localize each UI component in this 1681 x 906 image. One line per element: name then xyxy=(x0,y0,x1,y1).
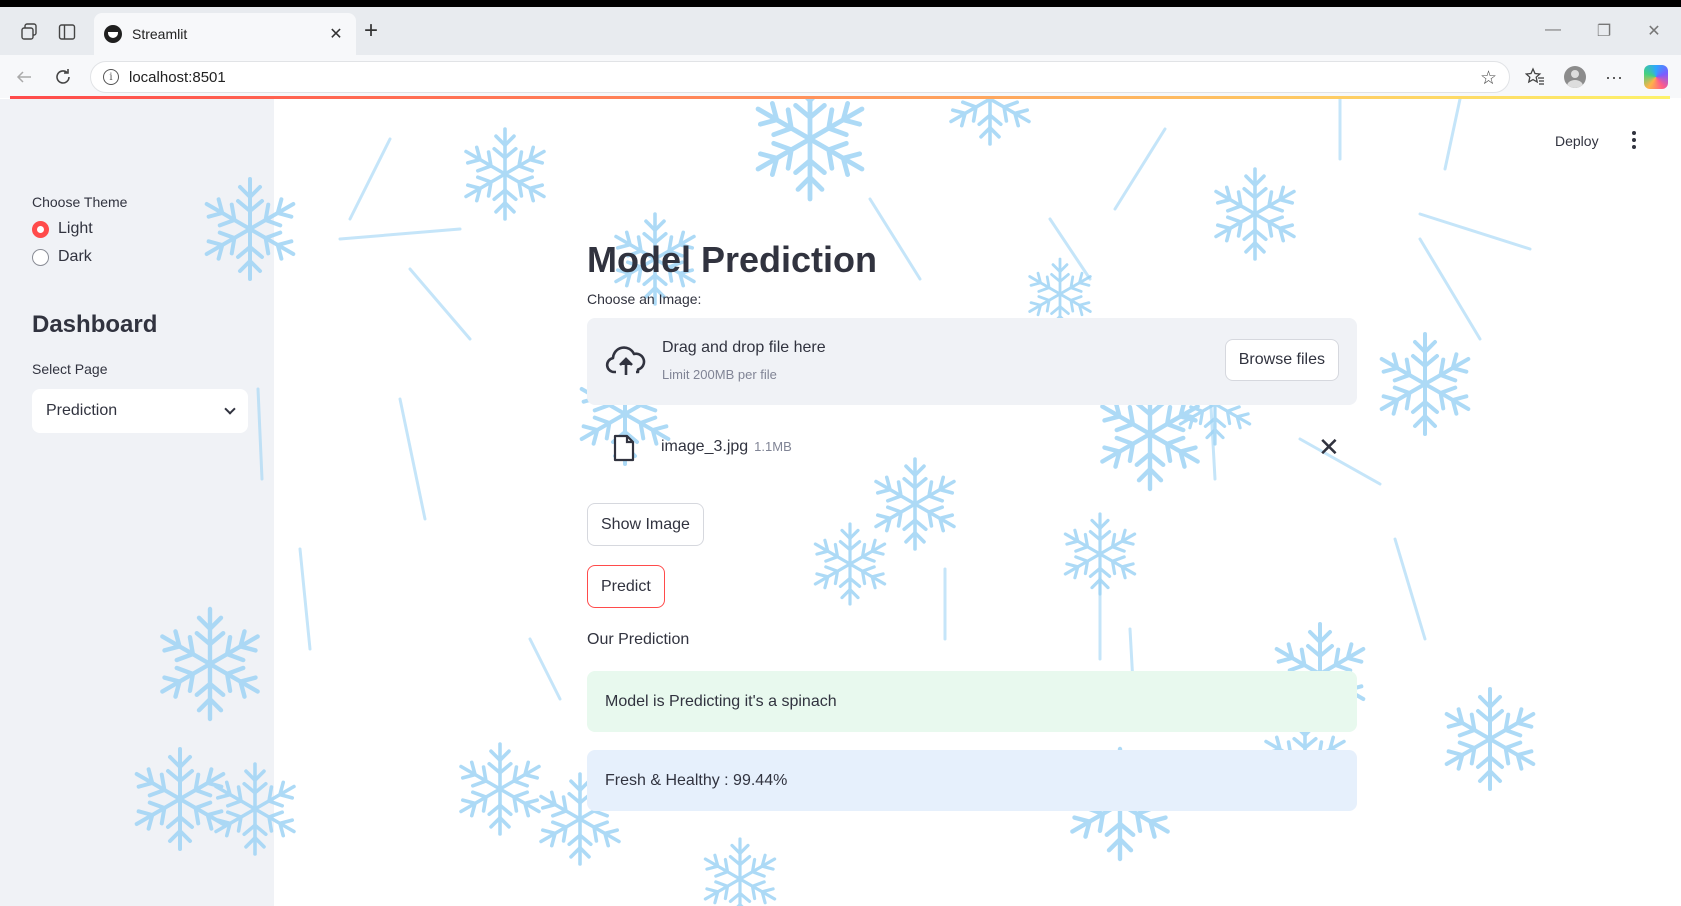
url-text: localhost:8501 xyxy=(129,68,226,86)
theme-option-light[interactable]: Light xyxy=(32,220,93,238)
refresh-icon[interactable] xyxy=(51,65,75,89)
radio-selected-icon[interactable] xyxy=(32,220,49,238)
streamlit-app: Choose Theme Light Dark Dashboard Select… xyxy=(0,99,1681,906)
tab-actions-icon[interactable] xyxy=(56,21,78,43)
file-dropzone[interactable]: Drag and drop file here Limit 200MB per … xyxy=(587,318,1357,405)
main-menu-icon[interactable] xyxy=(1631,131,1637,149)
dropzone-instructions: Drag and drop file here xyxy=(662,339,826,356)
sidebar-title: Dashboard xyxy=(32,311,158,338)
favorites-icon[interactable] xyxy=(1522,64,1548,90)
restore-icon[interactable]: ❐ xyxy=(1594,21,1614,41)
info-alert: Fresh & Healthy : 99.44% xyxy=(587,750,1357,811)
page-title: Model Prediction xyxy=(587,239,878,280)
theme-option-dark[interactable]: Dark xyxy=(32,248,92,266)
radio-unselected-icon[interactable] xyxy=(32,248,49,266)
site-info-icon[interactable]: i xyxy=(103,69,119,85)
page-select[interactable]: Prediction xyxy=(32,389,248,433)
browser-window: Streamlit ✕ + — ❐ ✕ i localhost:8501 ☆ ·… xyxy=(0,7,1681,906)
theme-option-label: Light xyxy=(58,220,93,237)
theme-label: Choose Theme xyxy=(32,194,128,210)
show-image-button[interactable]: Show Image xyxy=(587,503,704,546)
file-name-text: image_3.jpg xyxy=(661,438,749,455)
uploader-label: Choose an Image: xyxy=(587,291,702,307)
page-select-value: Prediction xyxy=(46,402,118,419)
url-field[interactable]: i localhost:8501 ☆ xyxy=(90,61,1510,93)
minimize-icon[interactable]: — xyxy=(1543,21,1563,39)
tab-bar: Streamlit ✕ + — ❐ ✕ xyxy=(0,7,1681,55)
favorite-star-icon[interactable]: ☆ xyxy=(1480,67,1497,90)
file-name: image_3.jpg 1.1MB xyxy=(661,438,792,456)
deploy-button[interactable]: Deploy xyxy=(1555,133,1599,149)
file-icon xyxy=(613,434,635,462)
back-icon[interactable] xyxy=(12,65,36,89)
theme-option-label: Dark xyxy=(58,248,92,265)
predict-button[interactable]: Predict xyxy=(587,565,665,608)
uploaded-file: image_3.jpg 1.1MB ✕ xyxy=(587,429,1357,469)
success-alert-text: Model is Predicting it's a spinach xyxy=(605,692,837,710)
info-alert-text: Fresh & Healthy : 99.44% xyxy=(605,771,788,789)
tab-title: Streamlit xyxy=(132,26,188,42)
streamlit-favicon-icon xyxy=(104,25,122,43)
browse-files-button[interactable]: Browse files xyxy=(1224,339,1339,381)
remove-file-icon[interactable]: ✕ xyxy=(1318,433,1340,461)
workspaces-icon[interactable] xyxy=(18,21,40,43)
more-icon[interactable]: ··· xyxy=(1601,64,1627,90)
chevron-down-icon xyxy=(224,403,236,415)
prediction-heading: Our Prediction xyxy=(587,631,690,648)
close-window-icon[interactable]: ✕ xyxy=(1644,21,1664,41)
profile-icon[interactable] xyxy=(1562,64,1588,90)
browser-tab[interactable]: Streamlit ✕ xyxy=(94,13,356,55)
file-size: 1.1MB xyxy=(754,439,792,454)
success-alert: Model is Predicting it's a spinach xyxy=(587,671,1357,732)
cloud-upload-icon xyxy=(605,346,646,375)
close-tab-icon[interactable]: ✕ xyxy=(326,24,346,44)
select-page-label: Select Page xyxy=(32,361,108,377)
address-bar: i localhost:8501 ☆ ··· xyxy=(0,55,1681,98)
new-tab-icon[interactable]: + xyxy=(364,19,378,43)
copilot-icon[interactable] xyxy=(1643,64,1669,90)
dropzone-limit: Limit 200MB per file xyxy=(662,367,777,382)
